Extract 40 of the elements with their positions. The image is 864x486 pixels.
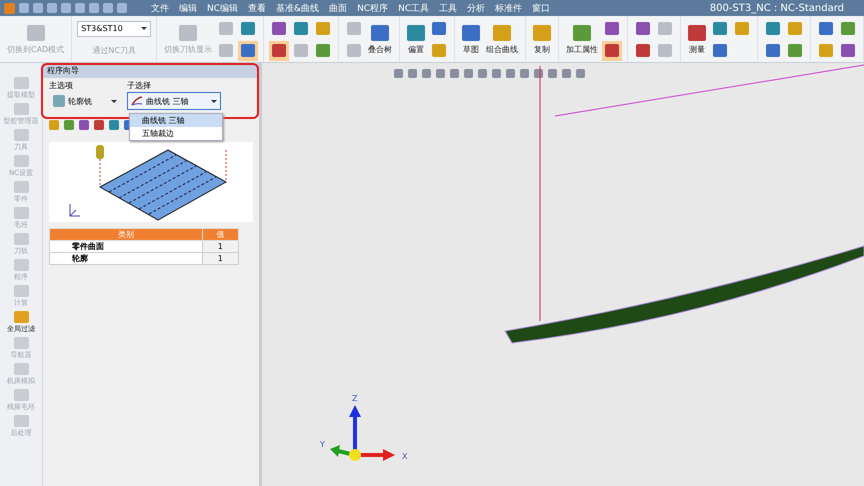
menu-item[interactable]: 文件 — [151, 2, 169, 14]
ribbon-button[interactable]: 复制 — [531, 22, 554, 56]
axis-label: Z — [352, 394, 358, 403]
sub-option-dropdown[interactable]: 曲线铣 三轴 — [127, 92, 221, 110]
menu-item[interactable]: 编辑 — [179, 2, 197, 14]
tool-combo-box[interactable]: ST3&ST10 — [77, 20, 152, 36]
column-header: 值 — [202, 228, 238, 240]
column-header: 类别 — [50, 228, 202, 240]
tool-icon[interactable] — [269, 40, 290, 60]
table-cell: 零件曲面 — [50, 240, 202, 252]
menu-item[interactable]: 窗口 — [532, 2, 550, 14]
dropdown-option[interactable]: 曲线铣 三轴 — [130, 114, 222, 127]
app-logo-icon — [4, 2, 15, 14]
dropdown-option[interactable]: 五轴裁边 — [130, 127, 222, 140]
ribbon-button[interactable]: 偏置 — [405, 22, 428, 56]
ribbon-button[interactable]: 加工属性 — [564, 22, 600, 56]
menu-item[interactable]: 查看 — [248, 2, 266, 14]
tool-icon[interactable] — [238, 40, 258, 60]
ribbon-button[interactable]: 测量 — [686, 22, 708, 56]
ribbon-button[interactable]: 叠合树 — [366, 22, 394, 56]
axis-label: Y — [320, 440, 325, 449]
curve-icon — [131, 96, 143, 106]
menu-item[interactable]: 基准&曲线 — [276, 2, 320, 14]
menu-item[interactable]: 标准件 — [495, 2, 522, 14]
window-title: 800-ST3_NC : NC-Standard — [710, 2, 844, 14]
menu-item[interactable]: NC程序 — [357, 2, 388, 14]
menu-item[interactable]: 工具 — [439, 2, 458, 14]
field-label: 主选项 — [49, 80, 74, 91]
menu-item[interactable]: 分析 — [467, 2, 486, 14]
field-label: 子选择 — [127, 80, 152, 91]
axis-label: X — [402, 452, 408, 461]
table-cell: 轮廓 — [50, 252, 202, 264]
axis-triad-drawing — [330, 405, 395, 461]
ribbon-button[interactable]: 组合曲线 — [484, 22, 520, 56]
main-option-dropdown[interactable]: 轮廓铣 — [49, 92, 121, 110]
tool-icon[interactable] — [602, 40, 622, 60]
menu-item[interactable]: 曲面 — [329, 2, 348, 14]
menu-item[interactable]: NC工具 — [398, 2, 430, 14]
menu-item[interactable]: NC编辑 — [207, 2, 238, 14]
ribbon-button[interactable]: 草图 — [460, 22, 482, 56]
